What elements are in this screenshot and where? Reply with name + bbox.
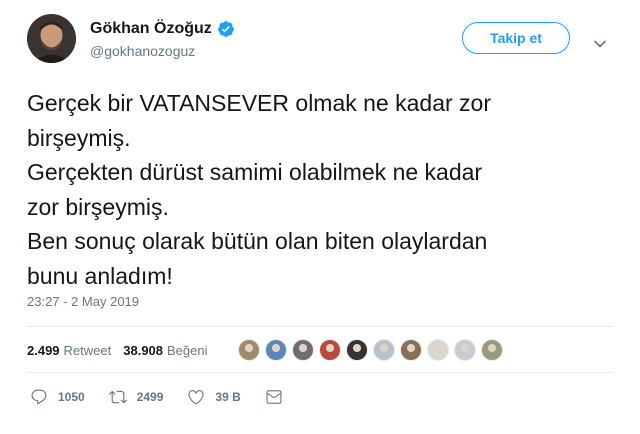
like-action-count: 39 B xyxy=(215,390,241,404)
reply-button[interactable]: 1050 xyxy=(30,388,85,406)
liker-avatar-icon[interactable] xyxy=(264,339,287,361)
liker-avatars xyxy=(237,339,508,361)
liker-avatar-icon[interactable] xyxy=(453,339,476,361)
liker-avatar-icon[interactable] xyxy=(318,339,341,361)
liker-avatar-icon[interactable] xyxy=(480,339,503,361)
tweet-text-line: Gerçek bir VATANSEVER olmak ne kadar zor xyxy=(27,90,491,116)
tweet-timestamp[interactable]: 23:27 - 2 May 2019 xyxy=(27,294,139,309)
tweet-card: Gökhan Özoğuz @gokhanozoguz Takip et Ger… xyxy=(0,0,640,434)
heart-icon xyxy=(187,388,205,406)
liker-avatar-icon[interactable] xyxy=(291,339,314,361)
user-identity: Gökhan Özoğuz @gokhanozoguz xyxy=(90,20,235,59)
tweet-stats: 2.499 Retweet 38.908 Beğeni xyxy=(27,337,508,363)
reply-icon xyxy=(30,388,48,406)
tweet-header: Gökhan Özoğuz @gokhanozoguz Takip et xyxy=(27,14,613,74)
like-button[interactable]: 39 B xyxy=(187,388,241,406)
user-name[interactable]: Gökhan Özoğuz xyxy=(90,20,212,38)
tweet-text-line: zor birşeymiş. xyxy=(27,193,169,220)
retweet-label[interactable]: Retweet xyxy=(64,343,112,358)
tweet-text-line: Gerçekten dürüst samimi olabilmek ne kad… xyxy=(27,159,483,185)
user-avatar[interactable] xyxy=(27,14,76,63)
direct-message-button[interactable] xyxy=(265,388,283,406)
divider xyxy=(27,326,613,327)
retweet-icon xyxy=(108,388,127,406)
liker-avatar-icon[interactable] xyxy=(399,339,422,361)
follow-button[interactable]: Takip et xyxy=(462,22,570,54)
retweet-button[interactable]: 2499 xyxy=(108,388,164,406)
retweet-action-count: 2499 xyxy=(136,390,164,404)
liker-avatar-icon[interactable] xyxy=(345,339,368,361)
reply-count: 1050 xyxy=(58,390,85,404)
tweet-text-line: bunu anladım! xyxy=(27,262,173,289)
tweet-text-line: birşeymiş. xyxy=(27,124,131,151)
divider xyxy=(27,372,613,373)
user-handle[interactable]: @gokhanozoguz xyxy=(90,43,235,59)
chevron-down-icon[interactable] xyxy=(593,36,607,48)
like-count[interactable]: 38.908 xyxy=(123,343,163,358)
tweet-text-line: Ben sonuç olarak bütün olan biten olayla… xyxy=(27,228,488,254)
tweet-text: Gerçek bir VATANSEVER olmak ne kadar zor… xyxy=(27,86,617,293)
tweet-actions: 1050 2499 39 B xyxy=(30,388,307,406)
like-label[interactable]: Beğeni xyxy=(167,343,207,358)
liker-avatar-icon[interactable] xyxy=(426,339,449,361)
liker-avatar-icon[interactable] xyxy=(372,339,395,361)
retweet-count[interactable]: 2.499 xyxy=(27,343,60,358)
envelope-icon xyxy=(265,388,283,406)
liker-avatar-icon[interactable] xyxy=(237,339,260,361)
verified-badge-icon xyxy=(217,20,235,38)
